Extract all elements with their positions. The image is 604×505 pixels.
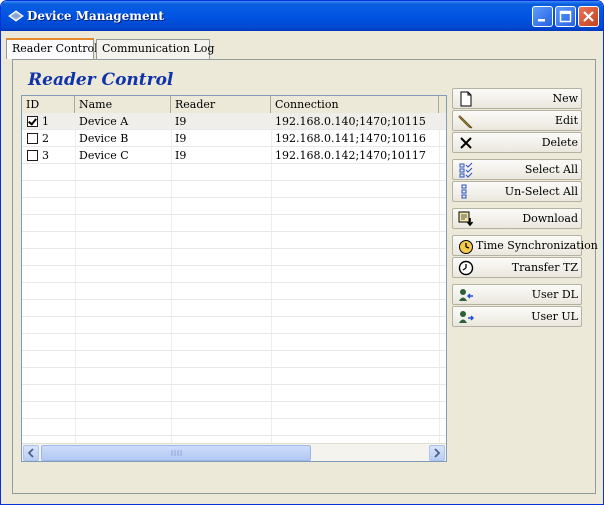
minimize-button[interactable] xyxy=(532,6,553,27)
empty-row xyxy=(22,300,446,317)
empty-row xyxy=(22,215,446,232)
empty-row xyxy=(22,283,446,300)
user-dl-label: User DL xyxy=(531,288,578,301)
scroll-left-button[interactable] xyxy=(23,445,39,461)
empty-row xyxy=(22,232,446,249)
user-dl-button[interactable]: User DL xyxy=(452,284,582,305)
unselect-all-button[interactable]: Un-Select All xyxy=(452,181,582,202)
app-icon xyxy=(8,10,24,22)
edit-button[interactable]: Edit xyxy=(452,110,582,131)
arrow-left-icon xyxy=(27,448,34,458)
unselect-all-icon xyxy=(461,184,467,199)
column-header-connection[interactable]: Connection xyxy=(271,96,439,113)
new-document-icon xyxy=(460,91,472,107)
download-icon xyxy=(458,211,474,227)
empty-row xyxy=(22,164,446,181)
grip-icon xyxy=(171,450,182,456)
empty-row xyxy=(22,385,446,402)
cell-name: Device C xyxy=(79,149,129,162)
unselect-all-label: Un-Select All xyxy=(504,185,578,198)
row-checkbox[interactable] xyxy=(27,116,38,127)
empty-row xyxy=(22,419,446,436)
delete-label: Delete xyxy=(541,136,578,149)
maximize-icon xyxy=(559,10,572,23)
cell-connection: 192.168.0.142;1470;10117 xyxy=(275,149,426,162)
panel-title: Reader Control xyxy=(28,70,174,90)
cell-reader: I9 xyxy=(175,115,187,128)
empty-row xyxy=(22,181,446,198)
new-button[interactable]: New xyxy=(452,88,582,109)
cell-id: 3 xyxy=(42,149,49,162)
edit-label: Edit xyxy=(554,114,578,127)
user-ul-label: User UL xyxy=(531,310,578,323)
column-header-id[interactable]: ID xyxy=(22,96,75,113)
cell-reader: I9 xyxy=(175,149,187,162)
select-all-label: Select All xyxy=(524,163,578,176)
horizontal-scrollbar[interactable] xyxy=(22,443,446,461)
grid-header: ID Name Reader Connection xyxy=(22,96,446,114)
tab-communication-log[interactable]: Communication Log xyxy=(96,39,214,59)
cell-id: 2 xyxy=(42,132,49,145)
cell-name: Device A xyxy=(79,115,129,128)
empty-row xyxy=(22,266,446,283)
close-button[interactable] xyxy=(578,6,599,27)
row-checkbox[interactable] xyxy=(27,133,38,144)
select-all-icon xyxy=(459,162,473,178)
delete-x-icon xyxy=(460,137,472,149)
cell-id: 1 xyxy=(42,115,49,128)
window-title: Device Management xyxy=(27,9,164,23)
clock-icon xyxy=(459,240,473,254)
cell-reader: I9 xyxy=(175,132,187,145)
device-grid[interactable]: ID Name Reader Connection 1 Device A I9 … xyxy=(21,95,447,462)
user-upload-icon xyxy=(459,311,474,323)
time-synchronization-label: Time Synchronization xyxy=(476,239,598,252)
empty-row xyxy=(22,334,446,351)
column-header-reader[interactable]: Reader xyxy=(171,96,271,113)
time-synchronization-button[interactable]: Time Synchronization xyxy=(452,235,598,256)
device-management-window: Device Management Reader Control Communi… xyxy=(0,0,604,505)
empty-row xyxy=(22,351,446,368)
empty-row xyxy=(22,317,446,334)
title-bar[interactable]: Device Management xyxy=(1,1,603,31)
tab-reader-control[interactable]: Reader Control xyxy=(6,38,98,59)
timer-icon xyxy=(458,260,474,276)
cell-name: Device B xyxy=(79,132,129,145)
reader-control-panel: Reader Control ID Name Reader Connection… xyxy=(12,59,598,494)
arrow-right-icon xyxy=(434,448,441,458)
empty-row xyxy=(22,249,446,266)
row-checkbox[interactable] xyxy=(27,150,38,161)
scroll-right-button[interactable] xyxy=(429,445,445,461)
transfer-tz-label: Transfer TZ xyxy=(511,261,578,274)
user-ul-button[interactable]: User UL xyxy=(452,306,582,327)
delete-button[interactable]: Delete xyxy=(452,132,582,153)
empty-row xyxy=(22,402,446,419)
empty-row xyxy=(22,198,446,215)
user-download-icon xyxy=(459,289,473,301)
new-label: New xyxy=(552,92,578,105)
scroll-thumb[interactable] xyxy=(41,445,311,461)
cell-connection: 192.168.0.140;1470;10115 xyxy=(275,115,426,128)
cell-connection: 192.168.0.141;1470;10116 xyxy=(275,132,426,145)
empty-row xyxy=(22,368,446,385)
download-label: Download xyxy=(522,212,578,225)
download-button[interactable]: Download xyxy=(452,208,582,229)
maximize-button[interactable] xyxy=(555,6,576,27)
table-row[interactable]: 1 Device A I9 192.168.0.140;1470;10115 xyxy=(22,113,446,130)
table-row[interactable]: 2 Device B I9 192.168.0.141;1470;10116 xyxy=(22,130,446,147)
minimize-icon xyxy=(538,19,545,22)
column-header-name[interactable]: Name xyxy=(75,96,171,113)
close-icon xyxy=(583,11,594,22)
table-row[interactable]: 3 Device C I9 192.168.0.142;1470;10117 xyxy=(22,147,446,164)
pencil-icon xyxy=(458,115,473,129)
select-all-button[interactable]: Select All xyxy=(452,159,582,180)
transfer-tz-button[interactable]: Transfer TZ xyxy=(452,257,582,278)
